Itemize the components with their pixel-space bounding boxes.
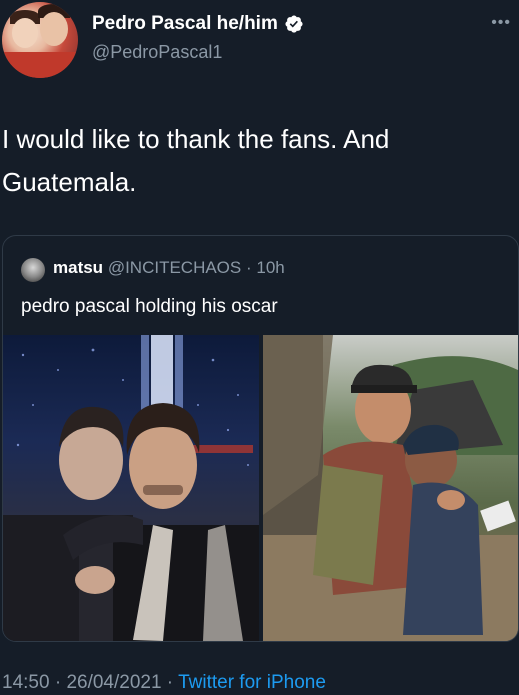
tweet-date[interactable]: 26/04/2021 (66, 672, 161, 693)
quoted-photo-set-hug[interactable] (263, 335, 518, 641)
quoted-time[interactable]: 10h (256, 258, 284, 277)
quoted-author-avatar[interactable] (21, 258, 45, 282)
tweet-text: I would like to thank the fans. And Guat… (2, 124, 390, 197)
footer-separator: · (49, 672, 67, 693)
quoted-separator: · (241, 258, 257, 277)
author-display-name[interactable]: Pedro Pascal he/him (92, 13, 278, 35)
ellipsis-icon[interactable]: ••• (491, 14, 511, 32)
author-name-row[interactable]: Pedro Pascal he/him (92, 13, 304, 35)
tweet-header: Pedro Pascal he/him @PedroPascal1 ••• (0, 0, 519, 90)
quoted-photo-red-carpet[interactable] (3, 335, 259, 641)
quoted-author-meta: matsu @INCITECHAOS · 10h (53, 258, 285, 278)
tweet-time[interactable]: 14:50 (2, 672, 50, 693)
tweet-footer: 14:50 · 26/04/2021 · Twitter for iPhone (2, 672, 326, 694)
quoted-author-handle[interactable]: @INCITECHAOS (108, 258, 241, 277)
quoted-tweet-text: pedro pascal holding his oscar (21, 296, 278, 317)
author-handle[interactable]: @PedroPascal1 (92, 42, 222, 63)
verified-badge-icon (285, 15, 303, 33)
tweet-source-app[interactable]: Twitter for iPhone (178, 672, 326, 693)
author-avatar[interactable] (2, 2, 78, 78)
footer-separator: · (161, 672, 179, 693)
quoted-author-name[interactable]: matsu (53, 258, 103, 277)
quoted-tweet[interactable]: matsu @INCITECHAOS · 10h pedro pascal ho… (2, 235, 519, 642)
